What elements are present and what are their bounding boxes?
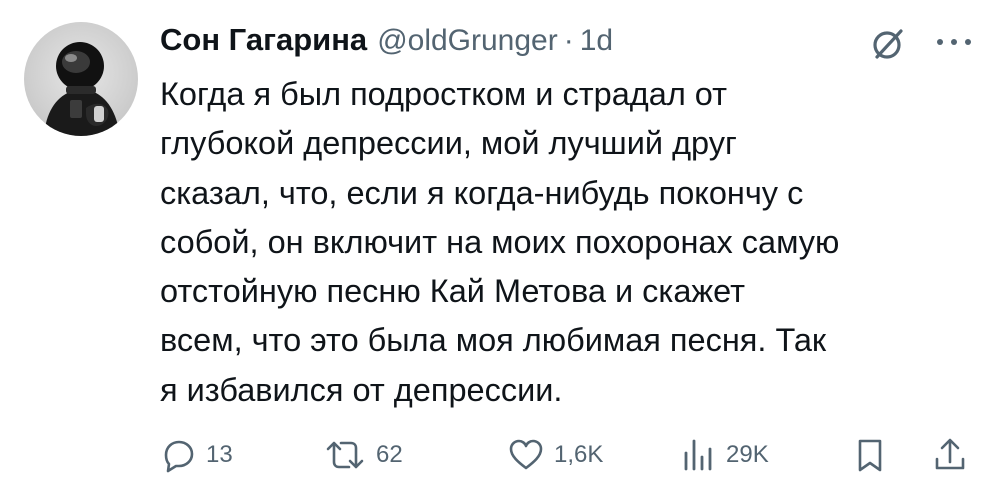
user-handle[interactable]: @oldGrunger — [377, 24, 558, 58]
repost-count: 62 — [376, 441, 403, 468]
views-icon — [684, 439, 712, 471]
display-name[interactable]: Сон Гагарина — [160, 22, 367, 58]
share-button[interactable] — [930, 430, 970, 480]
bookmark-button[interactable] — [850, 430, 890, 480]
avatar[interactable] — [24, 22, 138, 136]
views-count: 29K — [726, 441, 769, 468]
tweet-header: Сон Гагарина @oldGrunger · 1d — [160, 22, 613, 62]
heart-icon — [509, 439, 543, 470]
grok-icon[interactable] — [868, 26, 906, 64]
tweet-time[interactable]: 1d — [580, 24, 613, 58]
share-icon — [935, 438, 965, 470]
reply-count: 13 — [206, 441, 233, 468]
astronaut-icon — [44, 42, 120, 136]
reply-icon — [164, 440, 194, 473]
repost-button[interactable]: 62 — [322, 430, 403, 480]
views-button[interactable]: 29K — [678, 430, 769, 480]
more-icon[interactable] — [934, 34, 974, 50]
repost-icon — [326, 441, 364, 469]
separator-dot: · — [563, 24, 574, 57]
like-button[interactable]: 1,6K — [506, 430, 603, 480]
reply-button[interactable]: 13 — [158, 430, 233, 480]
tweet-text: Когда я был подростком и страдал от глуб… — [160, 76, 840, 408]
bookmark-icon — [858, 439, 882, 472]
tweet-actions: 13 62 1,6K 29K — [0, 430, 1000, 480]
like-count: 1,6K — [554, 441, 604, 468]
tweet[interactable]: Сон Гагарина @oldGrunger · 1d Когда я бы… — [0, 0, 1000, 502]
